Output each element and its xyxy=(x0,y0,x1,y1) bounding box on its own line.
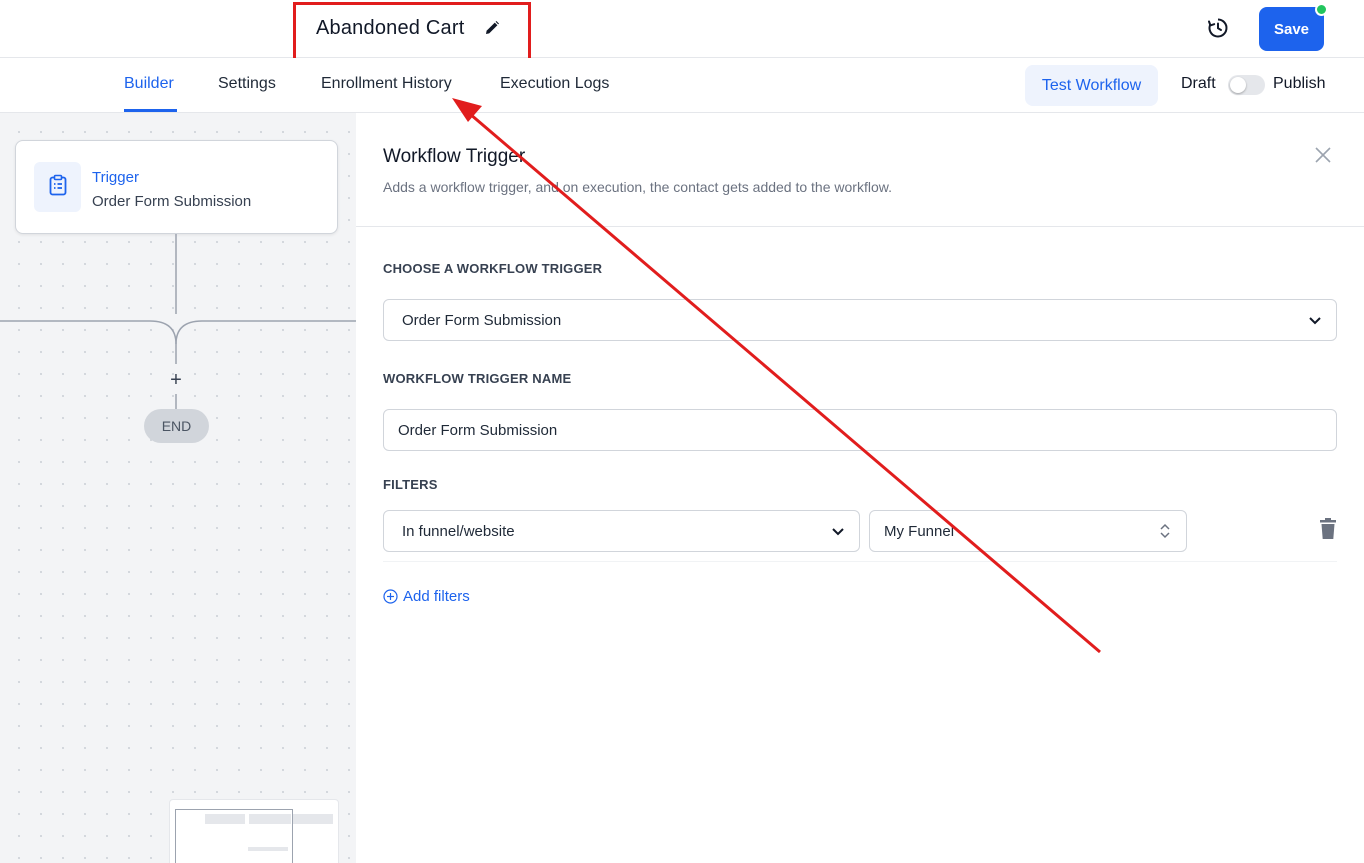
tab-settings[interactable]: Settings xyxy=(218,75,276,93)
tabs-bar: Builder Settings Enrollment History Exec… xyxy=(0,58,1364,113)
plus-circle-icon xyxy=(383,589,398,604)
minimap-block xyxy=(205,814,245,824)
trigger-name-label: WORKFLOW TRIGGER NAME xyxy=(383,371,572,386)
filter-field-value: In funnel/website xyxy=(402,522,515,540)
tab-enrollment-history[interactable]: Enrollment History xyxy=(321,75,452,93)
choose-trigger-label: CHOOSE A WORKFLOW TRIGGER xyxy=(383,261,603,276)
publish-toggle[interactable] xyxy=(1228,75,1265,95)
toggle-knob xyxy=(1230,77,1246,93)
minimap-block xyxy=(248,847,288,851)
chevron-down-icon xyxy=(831,525,845,537)
add-step-button[interactable]: + xyxy=(166,370,186,390)
trigger-node[interactable]: Trigger Order Form Submission xyxy=(15,140,338,234)
add-filters-button[interactable]: Add filters xyxy=(383,588,470,605)
trigger-node-subtitle: Order Form Submission xyxy=(92,193,252,210)
chevron-down-icon xyxy=(1308,314,1322,326)
minimap-block xyxy=(293,814,333,824)
trigger-node-label: Trigger xyxy=(92,169,139,186)
filter-value: My Funnel xyxy=(884,522,955,540)
panel-description: Adds a workflow trigger, and on executio… xyxy=(383,179,892,195)
save-button[interactable]: Save xyxy=(1259,7,1324,51)
panel-divider xyxy=(356,226,1364,227)
node-connector xyxy=(0,234,356,409)
active-tab-underline xyxy=(124,109,177,112)
draft-label: Draft xyxy=(1181,75,1216,92)
filter-value-select[interactable]: My Funnel xyxy=(869,510,1187,552)
panel-title: Workflow Trigger xyxy=(383,146,526,167)
test-workflow-button[interactable]: Test Workflow xyxy=(1025,65,1158,106)
trigger-name-input[interactable]: Order Form Submission xyxy=(383,409,1337,451)
chevron-up-down-icon xyxy=(1158,522,1172,540)
trigger-settings-panel: Workflow Trigger Adds a workflow trigger… xyxy=(356,113,1364,863)
trigger-type-value: Order Form Submission xyxy=(402,311,562,329)
end-node: END xyxy=(144,409,209,443)
trash-icon[interactable] xyxy=(1318,518,1338,540)
history-icon[interactable] xyxy=(1206,16,1230,40)
trigger-type-select[interactable]: Order Form Submission xyxy=(383,299,1337,341)
trigger-icon-box xyxy=(34,162,81,212)
top-bar: Abandoned Cart Save xyxy=(0,0,1364,58)
publish-label: Publish xyxy=(1273,75,1326,92)
tab-execution-logs[interactable]: Execution Logs xyxy=(500,75,609,93)
close-icon[interactable] xyxy=(1314,146,1332,164)
canvas-minimap[interactable] xyxy=(169,799,339,863)
filter-field-select[interactable]: In funnel/website xyxy=(383,510,860,552)
minimap-block xyxy=(249,814,291,824)
add-filters-label: Add filters xyxy=(403,588,470,605)
tab-builder[interactable]: Builder xyxy=(124,75,174,93)
clipboard-icon xyxy=(48,174,68,201)
status-indicator xyxy=(1315,3,1328,16)
trigger-name-value: Order Form Submission xyxy=(398,421,558,439)
workflow-canvas[interactable]: Trigger Order Form Submission + END xyxy=(0,113,356,863)
